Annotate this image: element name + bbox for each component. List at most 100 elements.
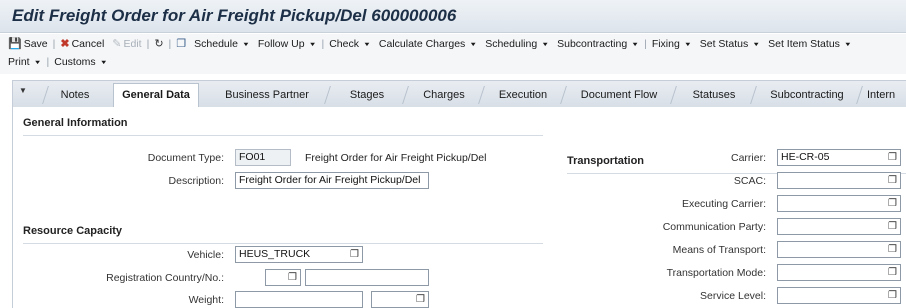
set-status-label: Set Status bbox=[699, 38, 749, 50]
customs-menu[interactable]: Customs ▼ bbox=[54, 56, 107, 68]
value-help-icon[interactable]: ❐ bbox=[888, 175, 897, 186]
transportation-mode-field[interactable]: ❐ bbox=[777, 264, 901, 281]
value-help-icon[interactable]: ❐ bbox=[888, 152, 897, 163]
description-field[interactable]: Freight Order for Air Freight Pickup/Del bbox=[235, 172, 429, 189]
vehicle-field[interactable]: HEUS_TRUCK ❐ bbox=[235, 246, 363, 263]
carrier-value: HE-CR-05 bbox=[781, 151, 830, 163]
save-label: Save bbox=[23, 38, 48, 50]
print-label: Print bbox=[8, 56, 30, 68]
toolbar-separator: | bbox=[46, 56, 50, 68]
tab-statuses[interactable]: Statuses bbox=[677, 84, 751, 108]
caret-down-icon: ▼ bbox=[683, 40, 692, 48]
toolbar-separator: | bbox=[52, 38, 56, 50]
tab-notes[interactable]: Notes bbox=[49, 84, 101, 108]
fixing-menu[interactable]: Fixing ▼ bbox=[652, 38, 692, 50]
set-item-status-label: Set Item Status bbox=[768, 38, 840, 50]
print-menu[interactable]: Print ▼ bbox=[8, 56, 42, 68]
fixing-label: Fixing bbox=[651, 38, 680, 50]
caret-down-icon: ▼ bbox=[308, 40, 317, 48]
title-bar: Edit Freight Order for Air Freight Picku… bbox=[0, 0, 906, 33]
value-help-icon[interactable]: ❐ bbox=[888, 290, 897, 301]
registration-country-field[interactable]: ❐ bbox=[265, 269, 301, 286]
caret-down-icon: ▼ bbox=[362, 40, 371, 48]
value-help-icon[interactable]: ❐ bbox=[888, 198, 897, 209]
edit-button[interactable]: ✎ Edit bbox=[112, 38, 141, 50]
toolbar-separator: | bbox=[146, 38, 150, 50]
follow-up-menu[interactable]: Follow Up ▼ bbox=[258, 38, 317, 50]
service-level-label: Service Level: bbox=[700, 290, 766, 302]
tab-subcontracting[interactable]: Subcontracting bbox=[757, 84, 857, 108]
section-divider bbox=[23, 135, 543, 136]
registration-number-field[interactable] bbox=[305, 269, 429, 286]
page-title: Edit Freight Order for Air Freight Picku… bbox=[12, 6, 457, 25]
resource-capacity-heading: Resource Capacity bbox=[23, 225, 123, 237]
carrier-label: Carrier: bbox=[730, 152, 766, 164]
calculate-charges-label: Calculate Charges bbox=[378, 38, 466, 50]
schedule-menu[interactable]: Schedule ▼ bbox=[194, 38, 250, 50]
cancel-button[interactable]: ✖ Cancel bbox=[60, 38, 104, 50]
tab-charges[interactable]: Charges bbox=[409, 84, 479, 108]
caret-down-icon: ▼ bbox=[33, 58, 42, 66]
scheduling-label: Scheduling bbox=[485, 38, 538, 50]
registration-label: Registration Country/No.: bbox=[106, 272, 224, 284]
caret-down-icon: ▼ bbox=[469, 40, 478, 48]
copy-icon: ❐ bbox=[176, 37, 187, 50]
tab-general-data[interactable]: General Data bbox=[113, 83, 199, 109]
section-divider bbox=[23, 243, 543, 244]
cancel-label: Cancel bbox=[71, 38, 105, 50]
schedule-label: Schedule bbox=[194, 38, 238, 50]
caret-down-icon: ▼ bbox=[241, 40, 250, 48]
tab-document-flow[interactable]: Document Flow bbox=[567, 84, 671, 108]
subcontracting-menu[interactable]: Subcontracting ▼ bbox=[557, 38, 639, 50]
scac-field[interactable]: ❐ bbox=[777, 172, 901, 189]
save-button[interactable]: 💾 Save bbox=[8, 38, 48, 50]
weight-field[interactable] bbox=[235, 291, 363, 308]
caret-down-icon: ▼ bbox=[843, 40, 852, 48]
cancel-icon: ✖ bbox=[60, 37, 70, 50]
tab-stages[interactable]: Stages bbox=[331, 84, 403, 108]
tab-business-partner[interactable]: Business Partner bbox=[209, 84, 325, 108]
set-status-menu[interactable]: Set Status ▼ bbox=[700, 38, 760, 50]
caret-down-icon: ▼ bbox=[99, 58, 108, 66]
document-type-field[interactable]: FO01 bbox=[235, 149, 291, 166]
refresh-button[interactable]: ↻ bbox=[154, 37, 164, 50]
edit-icon: ✎ bbox=[112, 37, 122, 50]
toolbar-row-2: Print ▼ | Customs ▼ bbox=[8, 56, 108, 68]
scheduling-menu[interactable]: Scheduling ▼ bbox=[485, 38, 549, 50]
carrier-field[interactable]: HE-CR-05 ❐ bbox=[777, 149, 901, 166]
check-label: Check bbox=[329, 38, 359, 50]
tab-intern[interactable]: Intern bbox=[867, 84, 906, 108]
caret-down-icon: ▼ bbox=[752, 40, 761, 48]
executing-carrier-label: Executing Carrier: bbox=[681, 198, 766, 210]
value-help-icon[interactable]: ❐ bbox=[888, 267, 897, 278]
toolbar-separator: | bbox=[644, 38, 647, 50]
value-help-icon[interactable]: ❐ bbox=[288, 272, 297, 283]
follow-up-label: Follow Up bbox=[257, 38, 305, 50]
tab-execution[interactable]: Execution bbox=[485, 84, 561, 108]
service-level-field[interactable]: ❐ bbox=[777, 287, 901, 304]
check-menu[interactable]: Check ▼ bbox=[329, 38, 371, 50]
document-type-description: Freight Order for Air Freight Pickup/Del bbox=[305, 152, 487, 164]
save-icon: 💾 bbox=[8, 37, 22, 50]
set-item-status-menu[interactable]: Set Item Status ▼ bbox=[768, 38, 852, 50]
weight-unit-field[interactable]: ❐ bbox=[371, 291, 429, 308]
value-help-icon[interactable]: ❐ bbox=[888, 221, 897, 232]
calculate-charges-menu[interactable]: Calculate Charges ▼ bbox=[379, 38, 477, 50]
toolbar: 💾 Save | ✖ Cancel ✎ Edit | ↻ | ❐ Schedul… bbox=[0, 34, 906, 74]
communication-party-field[interactable]: ❐ bbox=[777, 218, 901, 235]
executing-carrier-field[interactable]: ❐ bbox=[777, 195, 901, 212]
toolbar-separator: | bbox=[321, 38, 325, 50]
general-information-heading: General Information bbox=[23, 117, 128, 129]
document-type-label: Document Type: bbox=[147, 152, 224, 164]
copy-button[interactable]: ❐ bbox=[176, 37, 187, 50]
means-of-transport-field[interactable]: ❐ bbox=[777, 241, 901, 258]
vehicle-label: Vehicle: bbox=[187, 249, 224, 261]
caret-down-icon: ▼ bbox=[541, 40, 550, 48]
refresh-icon: ↻ bbox=[154, 37, 164, 50]
value-help-icon[interactable]: ❐ bbox=[350, 249, 359, 260]
tab-menu-icon[interactable]: ▼ bbox=[19, 86, 27, 95]
value-help-icon[interactable]: ❐ bbox=[416, 294, 425, 305]
caret-down-icon: ▼ bbox=[631, 40, 640, 48]
value-help-icon[interactable]: ❐ bbox=[888, 244, 897, 255]
means-of-transport-label: Means of Transport: bbox=[672, 244, 766, 256]
